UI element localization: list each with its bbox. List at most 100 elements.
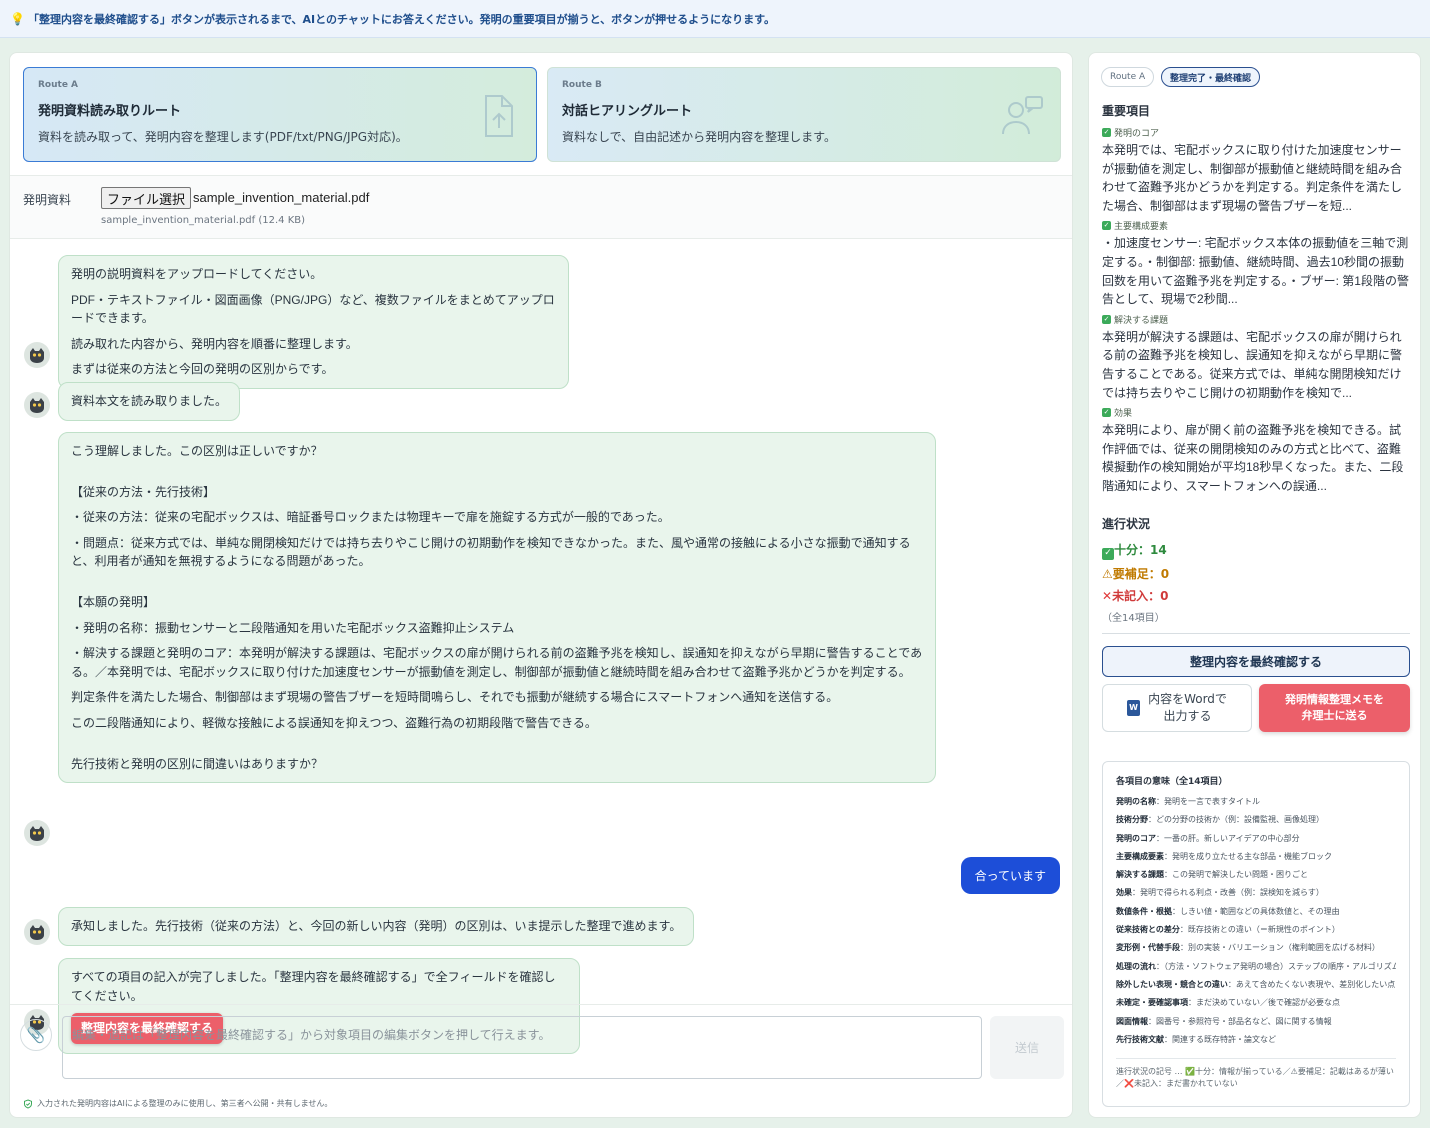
privacy-text: 入力された発明内容はAIによる整理のみに使用し、第三者へ公開・共有しません。	[37, 1099, 333, 1108]
privacy-note: 入力された発明内容はAIによる整理のみに使用し、第三者へ公開・共有しません。	[23, 1098, 332, 1109]
message-line: 承知しました。先行技術（従来の方法）と、今回の新しい内容（発明）の区別は、いま提…	[71, 919, 682, 933]
legend-row: 未確定・要確認事項：まだ決めていない／後で確認が必要な点	[1116, 998, 1340, 1008]
item-block: ✓ 解決する課題 本発明が解決する課題は、宅配ボックスの扉が開けられる前の盗難予兆…	[1102, 313, 1410, 402]
item-block: ✓ 効果 本発明により、扉が開く前の盗難予兆を検知できる。試作評価では、従来の開閉…	[1102, 406, 1410, 495]
send-memo-label: 発明情報整理メモを 弁理士に送る	[1285, 693, 1384, 722]
divider	[1102, 633, 1410, 634]
check-icon: ✓	[1102, 221, 1111, 231]
message-input[interactable]: 編集・追記は「整理内容を最終確認する」から対象項目の編集ボタンを押して行えます。	[62, 1016, 982, 1079]
message-line: まずは従来の方法と今回の発明の区別からです。	[71, 362, 334, 377]
route-title: 対話ヒアリングルート	[562, 104, 693, 119]
export-word-button[interactable]: W 内容をWordで 出力する	[1102, 684, 1252, 732]
message-line: 発明の説明資料をアップロードしてください。	[71, 267, 323, 281]
cross-icon: ✕	[1102, 588, 1113, 603]
progress-section: 進行状況 ✓ 十分：14 ⚠要補足：0 ✕未記入：0 （全14項目）	[1102, 515, 1410, 629]
message-line: ・発明の名称：振動センサーと二段階通知を用いた宅配ボックス盗難抑止システム	[71, 620, 515, 635]
item-block: ✓ 発明のコア 本発明では、宅配ボックスに取り付けた加速度センサーが振動値を測定し…	[1102, 126, 1410, 215]
route-b-card[interactable]: Route B 対話ヒアリングルート 資料なしで、自由記述から発明内容を整理しま…	[547, 67, 1061, 162]
progress-needs: ⚠要補足：0	[1102, 566, 1170, 581]
route-title: 発明資料読み取りルート	[38, 104, 182, 119]
legend-row: 従来技術との差分：既存技術との違い（＝新規性のポイント）	[1116, 925, 1340, 935]
legend-row: 数値条件・根拠：しきい値・範囲などの具体数値と、その理由	[1116, 906, 1340, 916]
paperclip-icon[interactable]: 📎	[20, 1019, 52, 1051]
message-line: ・問題点：従来方式では、単純な開閉検知だけでは持ち去りやこじ開けの初期動作を検知…	[71, 535, 911, 569]
field-legend: 各項目の意味（全14項目） 発明の名称：発明を一言で表すタイトル 技術分野：どの…	[1102, 761, 1410, 1107]
route-pill: Route A	[1101, 67, 1155, 87]
item-label: ✓ 解決する課題	[1102, 314, 1169, 326]
route-a-card[interactable]: Route A 発明資料読み取りルート 資料を読み取って、発明内容を整理します(…	[23, 67, 537, 162]
message-line: この二段階通知により、軽微な接触による誤通知を抑えつつ、盗難行為の初期段階で警告…	[71, 715, 597, 730]
message-line: 資料本文を読み取りました。	[71, 394, 228, 408]
export-word-label: 内容をWordで 出力する	[1148, 692, 1227, 723]
user-message: 合っています	[960, 857, 1060, 894]
legend-row: 主要構成要素：発明を成り立たせる主な部品・機能ブロック	[1116, 851, 1332, 861]
item-text: 本発明が解決する課題は、宅配ボックスの扉が開けられる前の盗難予兆を検知し、誤通知…	[1102, 329, 1403, 400]
item-text: 本発明により、扉が開く前の盗難予兆を検知できる。試作評価では、従来の開閉検知のみ…	[1102, 423, 1404, 493]
assistant-message: 発明の説明資料をアップロードしてください。 PDF・テキストファイル・図面画像（…	[58, 255, 569, 389]
progress-sufficient: ✓ 十分：14	[1102, 541, 1410, 560]
route-desc: 資料なしで、自由記述から発明内容を整理します。	[562, 130, 836, 144]
assistant-message: 承知しました。先行技術（従来の方法）と、今回の新しい内容（発明）の区別は、いま提…	[58, 907, 695, 946]
section-title: 進行状況	[1102, 517, 1151, 531]
item-block: ✓ 主要構成要素 ・加速度センサー: 宅配ボックス本体の振動値を三軸で測定する。・…	[1102, 219, 1410, 308]
info-banner: 💡 「整理内容を最終確認する」ボタンが表示されるまで、AIとのチャットにお答えく…	[0, 0, 1430, 38]
progress-missing: ✕未記入：0	[1102, 588, 1169, 603]
word-icon: W	[1127, 700, 1141, 716]
assistant-avatar	[24, 919, 50, 945]
check-icon: ✓	[1102, 128, 1111, 137]
file-select-button[interactable]: ファイル選択	[101, 187, 192, 209]
assistant-message: こう理解しました。この区別は正しいですか？ 【従来の方法・先行技術】 ・従来の方…	[58, 432, 936, 784]
send-memo-button[interactable]: 発明情報整理メモを 弁理士に送る	[1259, 684, 1410, 732]
robot-avatar-icon	[30, 925, 44, 940]
robot-avatar-icon	[30, 826, 44, 841]
progress-total: （全14項目）	[1102, 612, 1165, 624]
legend-row: 効果：発明で得られる利点・改善（例：誤検知を減らす）	[1116, 888, 1324, 898]
message-line: すべての項目の記入が完了しました。「整理内容を最終確認する」で全フィールドを確認…	[71, 970, 556, 1003]
important-items: 重要項目 ✓ 発明のコア 本発明では、宅配ボックスに取り付けた加速度センサーが振動…	[1102, 102, 1410, 496]
check-icon: ✓	[1102, 314, 1111, 324]
banner-text: 「整理内容を最終確認する」ボタンが表示されるまで、AIとのチャットにお答えくださ…	[27, 12, 776, 26]
legend-row: 発明の名称：発明を一言で表すタイトル	[1116, 797, 1260, 806]
assistant-message: 資料本文を読み取りました。	[58, 382, 241, 421]
legend-row: 先行技術文献：関連する既存特許・論文など	[1116, 1034, 1276, 1044]
section-title: 重要項目	[1102, 104, 1151, 118]
status-pill: 整理完了・最終確認	[1161, 67, 1261, 87]
route-tag: Route B	[562, 80, 602, 90]
route-tag: Route A	[38, 80, 79, 90]
legend-title: 各項目の意味（全14項目）	[1116, 777, 1228, 787]
legend-row: 発明のコア：一番の肝。新しいアイデアの中心部分	[1116, 833, 1300, 843]
summary-panel: Route A 整理完了・最終確認 重要項目 ✓ 発明のコア 本発明では、宅配ボッ…	[1088, 52, 1421, 1118]
message-heading: 【本願の発明】	[71, 594, 156, 609]
robot-avatar-icon	[30, 398, 44, 413]
lightbulb-icon: 💡	[10, 11, 25, 26]
message-line: PDF・テキストファイル・図面画像（PNG/JPG）など、複数ファイルをまとめて…	[71, 292, 555, 326]
file-label: 発明資料	[23, 193, 72, 207]
legend-row: 処理の流れ：（方法・ソフトウェア発明の場合）ステップの順序・アルゴリズム	[1116, 961, 1396, 971]
item-text: ・加速度センサー: 宅配ボックス本体の振動値を三軸で測定する。・制御部: 振動値…	[1102, 236, 1409, 307]
selected-file-name: sample_invention_material.pdf	[193, 190, 370, 205]
composer: 📎 編集・追記は「整理内容を最終確認する」から対象項目の編集ボタンを押して行えま…	[10, 1004, 1072, 1117]
message-line: 先行技術と発明の区別に間違いはありますか？	[71, 756, 324, 771]
legend-row: 図面情報：図番号・参照符号・部品名など、図に関する情報	[1116, 1016, 1332, 1026]
check-icon: ✓	[1102, 547, 1114, 560]
send-button[interactable]: 送信	[990, 1016, 1064, 1079]
legend-row: 変形例・代替手段：別の実装・バリエーション（権利範囲を広げる材料）	[1116, 943, 1380, 953]
message-heading: 【従来の方法・先行技術】	[71, 484, 216, 499]
file-upload-row: 発明資料 ファイル選択 sample_invention_material.pd…	[10, 175, 1072, 239]
shield-check-icon	[24, 1098, 32, 1109]
item-label: ✓ 主要構成要素	[1102, 221, 1169, 233]
legend-row: 技術分野：どの分野の技術か（例：設備監視、画像処理）	[1116, 815, 1324, 825]
item-text: 本発明では、宅配ボックスに取り付けた加速度センサーが振動値を測定し、制御部が振動…	[1102, 143, 1403, 213]
route-desc: 資料を読み取って、発明内容を整理します(PDF/txt/PNG/JPG対応)。	[38, 130, 408, 144]
item-label: ✓ 効果	[1102, 408, 1133, 420]
legend-row: 除外したい表現・競合との違い：あえて含めたくない表現や、差別化したい点	[1116, 979, 1396, 989]
user-chat-icon	[1002, 96, 1043, 135]
legend-footnote: 進行状況の記号 … ✅十分：情報が揃っている／⚠要補足：記載はあるが薄い／❌未記…	[1116, 1058, 1396, 1090]
message-line: 読み取れた内容から、発明内容を順番に整理します。	[71, 336, 358, 351]
chat-log[interactable]: 発明の説明資料をアップロードしてください。 PDF・テキストファイル・図面画像（…	[10, 240, 1072, 1054]
assistant-avatar	[24, 392, 50, 418]
assistant-avatar	[24, 820, 50, 846]
final-confirm-button[interactable]: 整理内容を最終確認する	[1102, 646, 1410, 677]
robot-avatar-icon	[30, 348, 44, 363]
check-icon: ✓	[1102, 408, 1111, 418]
